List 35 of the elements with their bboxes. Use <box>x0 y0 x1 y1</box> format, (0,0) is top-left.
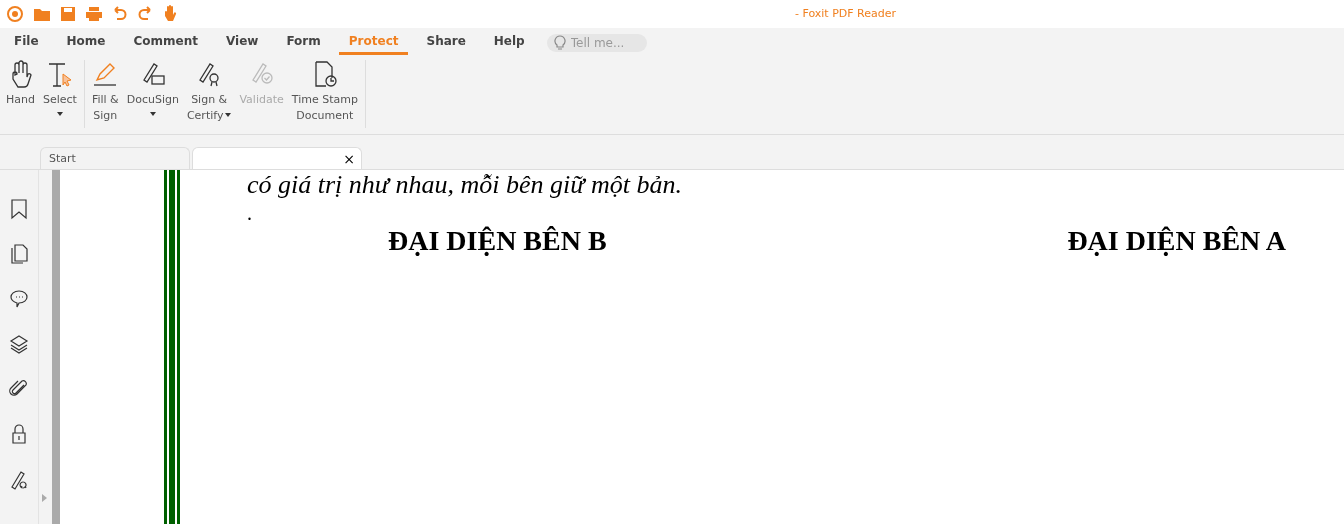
document-tab[interactable]: × <box>192 147 362 169</box>
ribbon-button[interactable]: Time Stamp Document <box>287 60 362 124</box>
menu-tab[interactable]: Share <box>416 29 476 55</box>
menu-tab[interactable]: Help <box>483 29 535 55</box>
body-text: có giá trị như nhau, mỗi bên giữ một bản. <box>247 170 683 200</box>
body-text: . <box>247 202 253 224</box>
close-icon[interactable]: × <box>343 151 355 166</box>
undo-icon[interactable] <box>112 6 128 22</box>
bookmark-icon[interactable] <box>9 198 29 220</box>
menu-tab[interactable]: Home <box>56 29 116 55</box>
search-field[interactable]: Tell me... <box>546 34 647 52</box>
pages-icon[interactable] <box>9 243 29 265</box>
lock-icon[interactable] <box>9 423 29 445</box>
hand-icon[interactable] <box>162 5 178 23</box>
layers-icon[interactable] <box>9 333 29 355</box>
menu-tab[interactable]: Comment <box>123 29 208 55</box>
save-icon[interactable] <box>60 6 76 22</box>
ribbon-button[interactable]: Fill & Sign <box>87 60 123 124</box>
menu-tab[interactable]: File <box>4 29 49 55</box>
folder-icon[interactable] <box>33 6 51 22</box>
app-logo-icon[interactable] <box>6 5 24 23</box>
menu-tab[interactable]: Form <box>276 29 331 55</box>
menu-tab[interactable]: View <box>216 29 269 55</box>
ribbon-button[interactable]: Select <box>38 60 81 116</box>
signature-heading: ĐẠI DIỆN BÊN A <box>1067 224 1286 258</box>
print-icon[interactable] <box>85 6 103 22</box>
ribbon-button[interactable]: DocuSign <box>122 60 183 116</box>
signature-heading: ĐẠI DIỆN BÊN B <box>388 224 607 258</box>
window-title: - Foxit PDF Reader <box>795 7 897 20</box>
redo-icon[interactable] <box>137 6 153 22</box>
ribbon-button[interactable]: Hand <box>2 60 39 108</box>
ribbon-button[interactable]: Sign & Certify <box>182 60 236 124</box>
document-tab[interactable]: Start <box>40 147 190 169</box>
comments-icon[interactable] <box>9 288 29 310</box>
text-cursor-icon <box>46 60 73 88</box>
